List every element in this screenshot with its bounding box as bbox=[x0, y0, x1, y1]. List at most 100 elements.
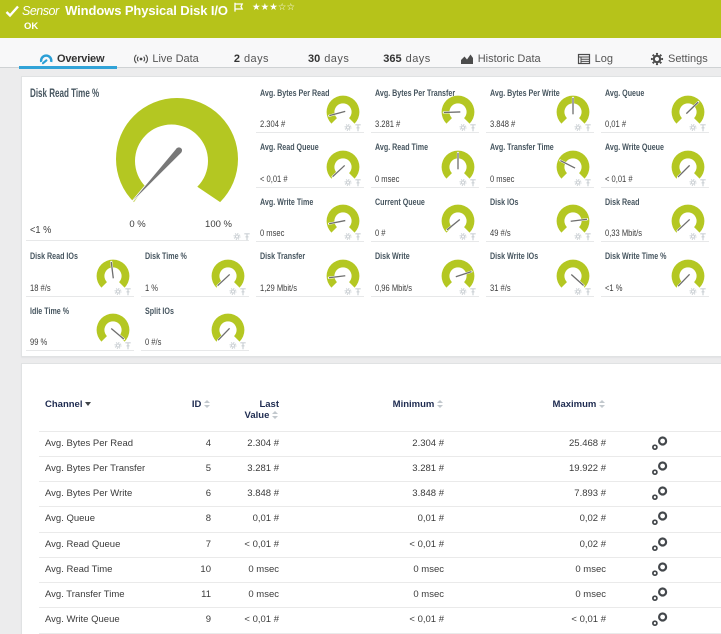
col-header-last-value[interactable]: LastValue bbox=[199, 399, 279, 421]
panel-gear-pin-icons[interactable] bbox=[111, 338, 137, 352]
gauge-title: Avg. Read Time bbox=[375, 142, 428, 152]
table-row[interactable]: Avg. Write Queue9< 0,01 #< 0,01 #< 0,01 … bbox=[22, 607, 721, 633]
gauge-title: Avg. Transfer Time bbox=[490, 142, 554, 152]
tab-live-data[interactable]: Live Data bbox=[115, 38, 211, 68]
gauge-value: 49 #/s bbox=[490, 228, 511, 238]
gauge-value: 0 msec bbox=[490, 174, 514, 184]
cell-last-value: 0 msec bbox=[199, 564, 279, 575]
gauge-title: Disk Write Time % bbox=[605, 251, 667, 261]
cell-minimum: 3.848 # bbox=[364, 488, 444, 499]
table-row[interactable]: Avg. Read Queue7< 0,01 #< 0,01 #0,02 # bbox=[22, 532, 721, 558]
gauge-icon bbox=[38, 51, 54, 67]
live-icon bbox=[133, 51, 149, 67]
tab-settings[interactable]: Settings bbox=[632, 38, 718, 68]
col-header-maximum[interactable]: Maximum bbox=[526, 399, 606, 410]
gauge-value: 3.848 # bbox=[490, 119, 515, 129]
panel-gear-pin-icons[interactable] bbox=[571, 175, 597, 189]
table-row[interactable]: Avg. Bytes Per Read42.304 #2.304 #25.468… bbox=[22, 431, 721, 457]
tab-log[interactable]: Log bbox=[559, 38, 633, 68]
object-kind: Sensor bbox=[22, 4, 59, 18]
table-row[interactable]: Avg. Bytes Per Write63.848 #3.848 #7.893… bbox=[22, 481, 721, 507]
gauge-panel-avg-write-queue: Avg. Write Queue < 0,01 # bbox=[597, 140, 712, 195]
gauge-panel-disk-write: Disk Write0,96 Mbit/s bbox=[367, 249, 482, 304]
row-separator bbox=[39, 582, 721, 583]
cell-minimum: 0,01 # bbox=[364, 513, 444, 524]
flag-icon[interactable] bbox=[234, 1, 245, 19]
channels-table-card: Channel ID LastValue Minimum Maximum Avg… bbox=[21, 363, 721, 634]
panel-gear-pin-icons[interactable] bbox=[686, 175, 712, 189]
panel-gear-pin-icons[interactable] bbox=[456, 120, 482, 134]
gauge-panel-disk-read: Disk Read0,33 Mbit/s bbox=[597, 194, 712, 249]
gauge-title: Avg. Write Queue bbox=[605, 142, 664, 152]
panel-gear-pin-icons[interactable] bbox=[456, 175, 482, 189]
tab-days[interactable]: 2days bbox=[210, 38, 288, 68]
channel-settings-gears-icon[interactable] bbox=[650, 585, 670, 603]
cell-channel: Avg. Transfer Time bbox=[45, 589, 125, 600]
cell-last-value: < 0,01 # bbox=[199, 539, 279, 550]
gauge-panel-disk-write-ios: Disk Write IOs31 #/s bbox=[482, 249, 597, 304]
sort-icon[interactable] bbox=[437, 400, 444, 408]
panel-gear-pin-icons[interactable] bbox=[226, 284, 252, 298]
cell-minimum: 0 msec bbox=[364, 564, 444, 575]
tab-days[interactable]: 30days bbox=[287, 38, 368, 68]
gear-icon bbox=[649, 51, 665, 67]
cell-minimum: 0 msec bbox=[364, 589, 444, 600]
tab-overview[interactable]: Overview bbox=[19, 38, 117, 68]
gauge-title: Idle Time % bbox=[30, 306, 69, 316]
panel-gear-pin-icons[interactable] bbox=[686, 284, 712, 298]
table-row[interactable]: Avg. Transfer Time110 msec0 msec0 msec bbox=[22, 582, 721, 608]
col-header-minimum[interactable]: Minimum bbox=[364, 399, 444, 410]
cell-maximum: 0,02 # bbox=[526, 513, 606, 524]
gauge-panel-idle-time: Idle Time %99 % bbox=[22, 303, 137, 358]
table-row[interactable]: Avg. Bytes Per Transfer53.281 #3.281 #19… bbox=[22, 456, 721, 482]
channel-settings-gears-icon[interactable] bbox=[650, 459, 670, 477]
sort-icon[interactable] bbox=[599, 400, 606, 408]
panel-gear-pin-icons[interactable] bbox=[341, 120, 367, 134]
col-header-channel[interactable]: Channel bbox=[45, 399, 91, 410]
gauge-title: Split IOs bbox=[145, 306, 174, 316]
gauge-value: 0 msec bbox=[375, 174, 399, 184]
gauge-value: 1,29 Mbit/s bbox=[260, 283, 297, 293]
tab-historic-data[interactable]: Historic Data bbox=[444, 38, 561, 68]
panel-gear-pin-icons[interactable] bbox=[341, 229, 367, 243]
gauge-value: 0,33 Mbit/s bbox=[605, 228, 642, 238]
page-title[interactable]: Windows Physical Disk I/O bbox=[65, 3, 228, 18]
tab-range-number: 30 bbox=[308, 53, 320, 65]
panel-gear-pin-icons[interactable] bbox=[226, 338, 252, 352]
priority-stars[interactable]: ★★★☆☆ bbox=[252, 2, 295, 13]
channel-settings-gears-icon[interactable] bbox=[650, 484, 670, 502]
gauge-title: Avg. Write Time bbox=[260, 197, 313, 207]
channel-settings-gears-icon[interactable] bbox=[650, 434, 670, 452]
row-separator bbox=[39, 557, 721, 558]
tab-days[interactable]: 365days bbox=[368, 38, 451, 68]
cell-last-value: 0 msec bbox=[199, 589, 279, 600]
panel-gear-pin-icons[interactable] bbox=[341, 284, 367, 298]
table-row[interactable]: Avg. Queue80,01 #0,01 #0,02 # bbox=[22, 506, 721, 532]
gauge-value: 1 % bbox=[145, 283, 158, 293]
row-separator bbox=[39, 431, 721, 432]
panel-gear-pin-icons[interactable] bbox=[341, 175, 367, 189]
channel-settings-gears-icon[interactable] bbox=[650, 509, 670, 527]
row-separator bbox=[39, 532, 721, 533]
gauge-value: 0,01 # bbox=[605, 119, 626, 129]
chart-icon bbox=[459, 51, 475, 67]
panel-gear-pin-icons[interactable] bbox=[456, 284, 482, 298]
panel-gear-pin-icons[interactable] bbox=[111, 284, 137, 298]
panel-gear-pin-icons[interactable] bbox=[571, 284, 597, 298]
panel-gear-pin-icons[interactable] bbox=[571, 120, 597, 134]
panel-gear-pin-icons[interactable] bbox=[686, 120, 712, 134]
channel-settings-gears-icon[interactable] bbox=[650, 560, 670, 578]
channel-settings-gears-icon[interactable] bbox=[650, 535, 670, 553]
panel-gear-pin-icons[interactable] bbox=[456, 229, 482, 243]
cell-channel: Avg. Bytes Per Write bbox=[45, 488, 132, 499]
gauge-title: Disk Write IOs bbox=[490, 251, 538, 261]
row-separator bbox=[39, 456, 721, 457]
gauge-value: 2.304 # bbox=[260, 119, 285, 129]
gauge-value: < 0,01 # bbox=[605, 174, 633, 184]
panel-gear-pin-icons[interactable] bbox=[686, 229, 712, 243]
table-row[interactable]: Avg. Read Time100 msec0 msec0 msec bbox=[22, 557, 721, 583]
channel-settings-gears-icon[interactable] bbox=[650, 610, 670, 628]
gauge-panel-disk-read-ios: Disk Read IOs18 #/s bbox=[22, 249, 137, 304]
sort-icon[interactable] bbox=[272, 411, 279, 419]
panel-gear-pin-icons[interactable] bbox=[571, 229, 597, 243]
